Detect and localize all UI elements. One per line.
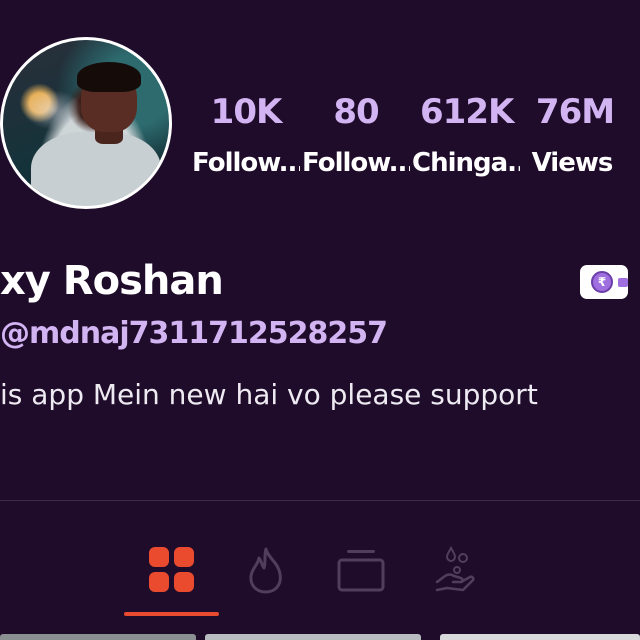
- tab-collections[interactable]: [321, 540, 401, 600]
- grid-icon: [149, 547, 194, 592]
- display-name: xy Roshan: [0, 258, 224, 304]
- tab-donations[interactable]: [415, 540, 495, 600]
- followers-count[interactable]: 10K: [201, 92, 291, 132]
- chingari-label[interactable]: Chinga...: [412, 148, 520, 178]
- views-label: Views: [531, 148, 614, 178]
- wallet-button[interactable]: ₹: [580, 265, 628, 299]
- section-divider: [0, 500, 640, 501]
- following-label[interactable]: Follow...: [302, 148, 410, 178]
- donate-hand-icon: [435, 546, 475, 592]
- video-grid-preview: [0, 634, 640, 640]
- chingari-count[interactable]: 612K: [420, 92, 514, 132]
- profile-avatar[interactable]: [0, 37, 172, 209]
- views-count: 76M: [535, 92, 615, 132]
- user-handle: @mdnaj7311712528257: [0, 316, 388, 351]
- video-thumbnail[interactable]: [440, 634, 640, 640]
- video-thumbnail[interactable]: [0, 634, 196, 640]
- avatar-shirt: [31, 132, 161, 206]
- tab-trending[interactable]: [226, 540, 306, 600]
- video-thumbnail[interactable]: [205, 634, 421, 640]
- followers-label[interactable]: Follow...: [192, 148, 300, 178]
- avatar-smoke: [23, 90, 83, 130]
- wallet-clasp-icon: [618, 278, 628, 287]
- following-count[interactable]: 80: [311, 92, 401, 132]
- collection-icon: [337, 550, 385, 592]
- profile-bio: is app Mein new hai vo please support: [0, 378, 538, 411]
- tab-grid[interactable]: [132, 540, 212, 600]
- fire-icon: [249, 547, 282, 594]
- rupee-coin-icon: ₹: [591, 271, 613, 293]
- active-tab-indicator: [124, 612, 219, 616]
- avatar-hair: [77, 62, 141, 92]
